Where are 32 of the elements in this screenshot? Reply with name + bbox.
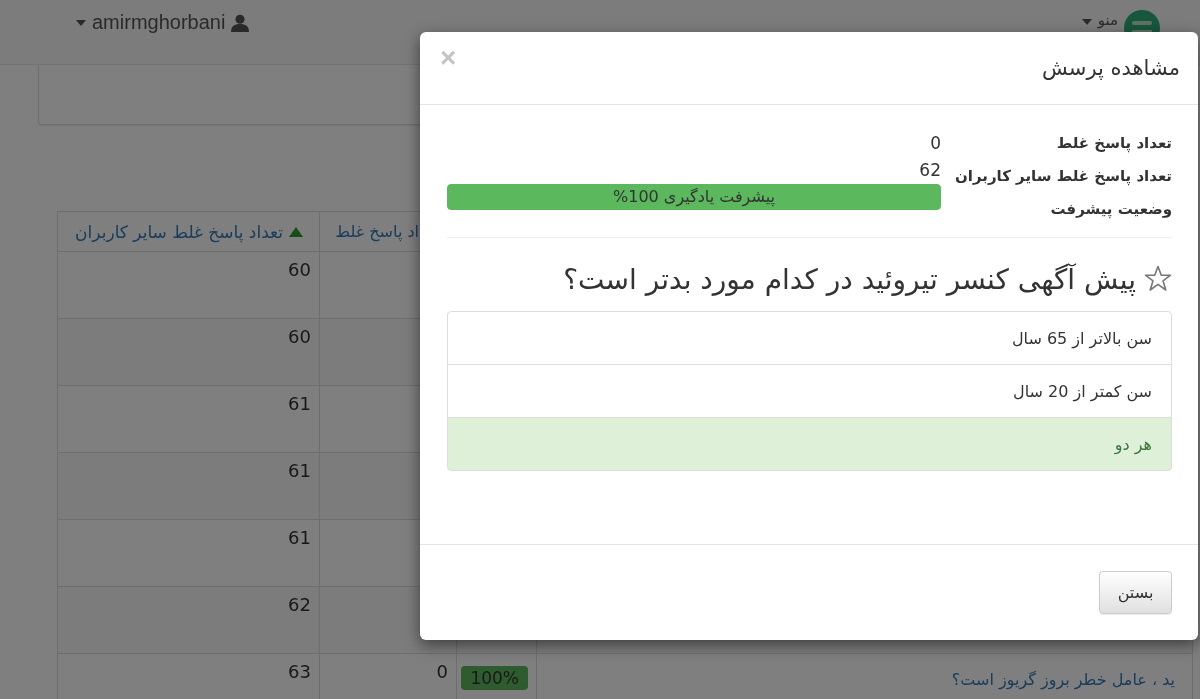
table-cell-text: 61 xyxy=(287,459,312,483)
menu-link[interactable]: منو xyxy=(1097,11,1118,29)
stat-value: 62 xyxy=(918,159,941,182)
table-cell-text: 60 xyxy=(287,325,312,349)
user-icon xyxy=(231,13,250,32)
user-menu[interactable]: amirmghorbani xyxy=(76,11,250,34)
stat-label: وضعیت پیشرفت xyxy=(1049,199,1172,221)
close-button[interactable]: بستن xyxy=(1099,571,1172,614)
caret-icon xyxy=(1081,19,1092,25)
table-cell-text: 60 xyxy=(287,258,312,282)
stat-label: تعداد پاسخ غلط xyxy=(1055,133,1172,155)
stat-value: 0 xyxy=(929,132,941,155)
close-button[interactable]: × xyxy=(440,44,457,72)
sort-ascending-icon xyxy=(289,226,303,237)
caret-icon xyxy=(76,19,86,26)
table-cell: 0 xyxy=(319,654,456,699)
answer-option: سن بالاتر از 65 سال xyxy=(447,311,1172,365)
answer-option: سن کمتر از 20 سال xyxy=(447,364,1172,418)
question-heading: پیش آگهی کنسر تیروئید در کدام مورد بدتر است؟ xyxy=(563,262,1136,296)
table-cell-text: 62 xyxy=(287,593,312,617)
stat-label: تعداد پاسخ غلط سایر کاربران xyxy=(955,166,1172,188)
column-header[interactable]: تعداد پاسخ غلط سایر کاربران xyxy=(75,221,303,242)
table-cell-text: 63 xyxy=(287,660,312,684)
column-header[interactable]: اد پاسخ غلط xyxy=(335,222,419,241)
progress-badge: 100% xyxy=(461,666,528,690)
star-icon[interactable] xyxy=(1144,265,1172,293)
question-link[interactable]: ید ، عامل خطر بروز گریوز است؟ xyxy=(951,670,1175,689)
dialog-title: مشاهده پرسش xyxy=(1042,56,1180,80)
table-cell-text: 61 xyxy=(287,392,312,416)
table-cell-text: 61 xyxy=(287,526,312,550)
progress-label: پیشرفت یادگیری 100% xyxy=(612,186,776,209)
answer-option: هر دو xyxy=(447,417,1172,471)
